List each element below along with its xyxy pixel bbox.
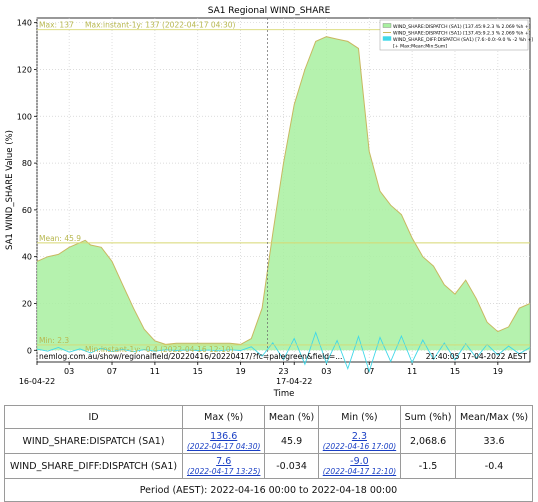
legend-swatch bbox=[382, 23, 392, 28]
y-tick-label: 40 bbox=[22, 253, 32, 262]
period-text: Period (AEST): 2022-04-16 00:00 to 2022-… bbox=[4, 478, 533, 502]
y-tick-label: 140 bbox=[17, 19, 32, 28]
max-cell: 7.6 (2022-04-17 13:25) bbox=[182, 453, 266, 479]
y-tick-label: 100 bbox=[17, 112, 32, 121]
y-tick-label: 60 bbox=[22, 206, 32, 215]
max-value-link[interactable]: 136.6 bbox=[186, 431, 261, 442]
table-row: WIND_SHARE_DIFF:DISPATCH (SA1) 7.6 (2022… bbox=[3, 453, 533, 479]
chart-title: SA1 Regional WIND_SHARE bbox=[208, 6, 331, 16]
min-cell: -9.0 (2022-04-17 12:10) bbox=[317, 453, 402, 479]
header-mean: Mean (%) bbox=[264, 405, 319, 429]
annotation-mean: Mean: 45.9 bbox=[39, 234, 81, 243]
max-cell: 136.6 (2022-04-17 04:30) bbox=[182, 428, 266, 454]
min-value-link[interactable]: 2.3 bbox=[322, 431, 397, 442]
annotation-min: Min: 2.3 bbox=[39, 336, 69, 345]
y-tick-label: 80 bbox=[22, 159, 32, 168]
x-tick-label: 15 bbox=[193, 367, 203, 376]
y-tick-label: 120 bbox=[17, 65, 32, 74]
x-tick-label: 23 bbox=[278, 367, 288, 376]
max-time-link[interactable]: (2022-04-17 13:25) bbox=[186, 467, 261, 476]
header-sum: Sum (%h) bbox=[400, 405, 457, 429]
mean-max-cell: 33.6 bbox=[455, 428, 533, 454]
min-time-link[interactable]: (2022-04-17 12:10) bbox=[322, 467, 397, 476]
y-axis-label: SA1 WIND_SHARE Value (%) bbox=[5, 130, 15, 250]
y-tick-label: 0 bbox=[27, 346, 32, 355]
row-id: WIND_SHARE:DISPATCH (SA1) bbox=[3, 428, 184, 454]
x-tick-label: 16-04-22 bbox=[19, 377, 55, 386]
annotation-max: Max: 137 bbox=[39, 21, 74, 30]
source-url: nemlog.com.au/show/regionalfield/2022041… bbox=[39, 352, 342, 361]
min-cell: 2.3 (2022-04-16 17:00) bbox=[317, 428, 402, 454]
y-tick-label: 20 bbox=[22, 299, 32, 308]
legend-swatch bbox=[382, 36, 392, 41]
mean-cell: -0.034 bbox=[264, 453, 319, 479]
mean-max-cell: -0.4 bbox=[455, 453, 533, 479]
x-tick-label: 03 bbox=[321, 367, 331, 376]
stats-table-container: ID Max (%) Mean (%) Min (%) Sum (%h) Mea… bbox=[3, 405, 533, 502]
sum-cell: -1.5 bbox=[400, 453, 457, 479]
annotation-max-instant: Max:instant-1y: 137 (2022-04-17 04:30) bbox=[85, 21, 235, 30]
legend-entry: WIND_SHARE:DISPATCH (SA1) [137.45:9.2.3 … bbox=[393, 31, 531, 37]
sum-cell: 2,068.6 bbox=[400, 428, 457, 454]
max-value-link[interactable]: 7.6 bbox=[186, 456, 261, 467]
wind-share-chart: SA1 Regional WIND_SHARE 0 20 40 60 80 100 120 1… bbox=[0, 0, 538, 400]
stats-table: ID Max (%) Mean (%) Min (%) Sum (%h) Mea… bbox=[3, 405, 533, 502]
x-tick-label: 11 bbox=[407, 367, 417, 376]
x-tick-label: 03 bbox=[64, 367, 74, 376]
header-mean-max: Mean/Max (%) bbox=[455, 405, 533, 429]
x-tick-label: 15 bbox=[450, 367, 460, 376]
min-value-link[interactable]: -9.0 bbox=[322, 456, 397, 467]
x-tick-label: 07 bbox=[107, 367, 117, 376]
table-row: WIND_SHARE:DISPATCH (SA1) 136.6 (2022-04… bbox=[3, 428, 533, 454]
x-axis-label: Time bbox=[273, 389, 295, 399]
legend-entry: WIND_SHARE:DISPATCH (SA1) [137.45:9.2.3 … bbox=[393, 24, 531, 30]
min-time-link[interactable]: (2022-04-16 17:00) bbox=[322, 442, 397, 451]
mean-cell: 45.9 bbox=[264, 428, 319, 454]
row-id: WIND_SHARE_DIFF:DISPATCH (SA1) bbox=[3, 453, 184, 479]
legend-entry: WIND_SHARE_DIFF:DISPATCH (SA1) [7.6:-0.0… bbox=[393, 37, 533, 43]
x-tick-label: 19 bbox=[493, 367, 503, 376]
period-row: Period (AEST): 2022-04-16 00:00 to 2022-… bbox=[4, 478, 533, 502]
max-time-link[interactable]: (2022-04-17 04:30) bbox=[186, 442, 261, 451]
legend-entry: [+ Max:Mean:Min:Sum] bbox=[393, 44, 447, 50]
header-max: Max (%) bbox=[182, 405, 266, 429]
timestamp-label: 21:40:05 17-04-2022 AEST bbox=[426, 352, 528, 361]
header-min: Min (%) bbox=[317, 405, 402, 429]
x-tick-label: 11 bbox=[150, 367, 160, 376]
x-tick-label: 19 bbox=[236, 367, 246, 376]
stats-header-row: ID Max (%) Mean (%) Min (%) Sum (%h) Mea… bbox=[3, 405, 533, 429]
x-tick-label: 17-04-22 bbox=[276, 377, 312, 386]
header-id: ID bbox=[3, 405, 184, 429]
